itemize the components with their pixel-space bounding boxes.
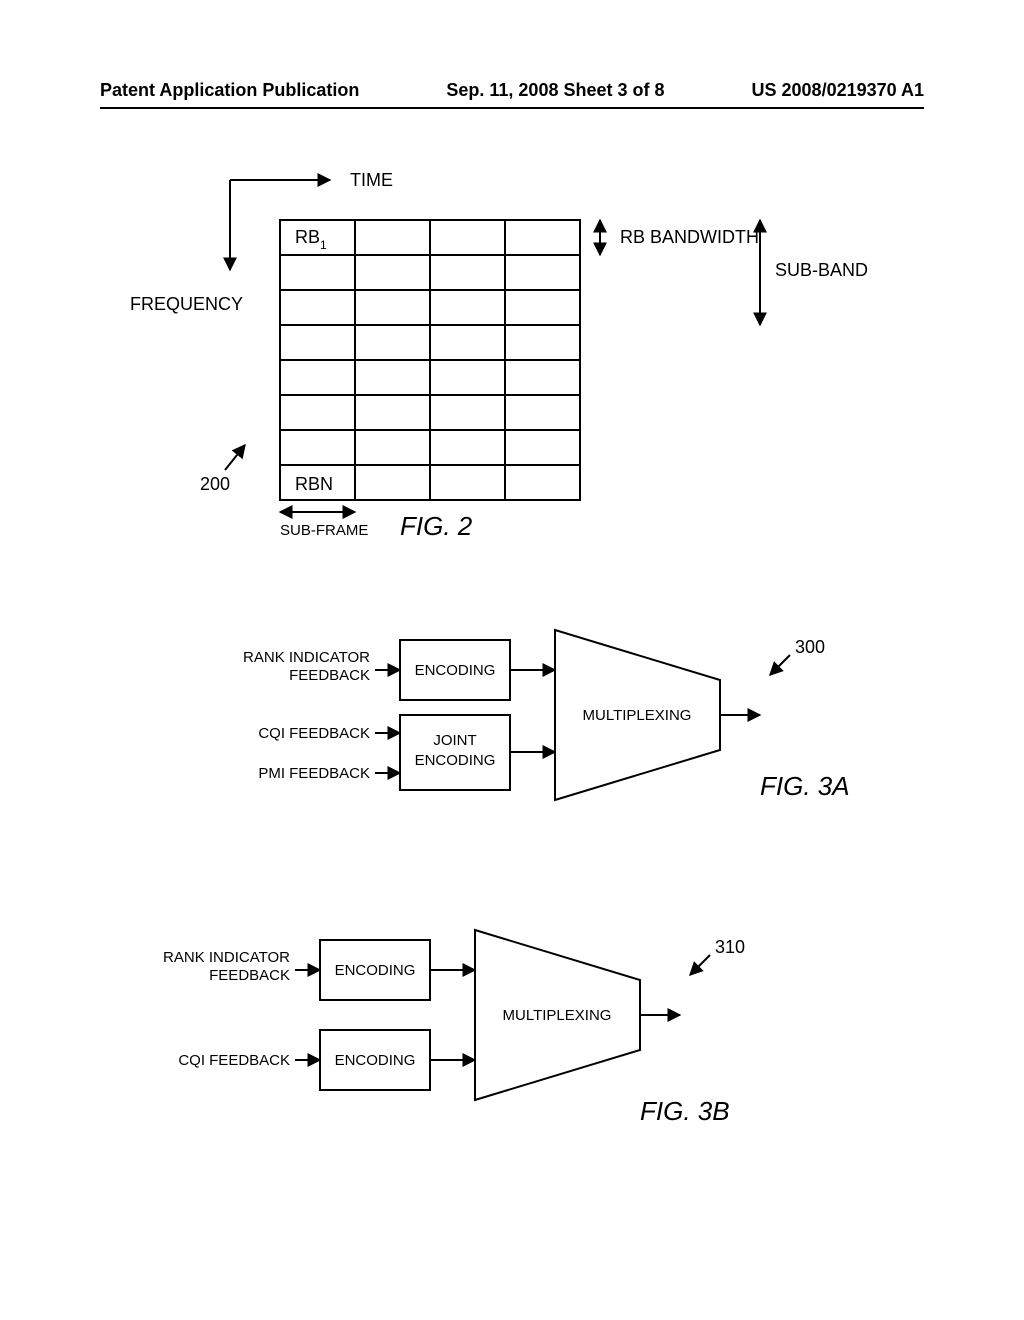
joint-label-1: JOINT (433, 732, 476, 749)
fig2-caption: FIG. 2 (400, 511, 473, 541)
joint-label-2: ENCODING (415, 752, 496, 769)
mux-label-3a: MULTIPLEXING (583, 707, 692, 724)
header-left: Patent Application Publication (100, 80, 359, 101)
rank-label-3b-2: FEEDBACK (209, 967, 290, 984)
encoding-label-3a: ENCODING (415, 662, 496, 679)
fig-3b: ENCODING ENCODING MULTIPLEXING RANK INDI… (163, 930, 745, 1126)
cqi-label-3a: CQI FEEDBACK (258, 725, 370, 742)
rb-bandwidth-label: RB BANDWIDTH (620, 227, 759, 247)
fig3b-ref: 310 (715, 937, 745, 957)
rbn-label: RBN (295, 474, 333, 494)
pmi-label-3a: PMI FEEDBACK (258, 765, 370, 782)
page-header: Patent Application Publication Sep. 11, … (100, 80, 924, 109)
mux-label-3b: MULTIPLEXING (503, 1007, 612, 1024)
sub-band-label: SUB-BAND (775, 260, 868, 280)
header-mid: Sep. 11, 2008 Sheet 3 of 8 (446, 80, 664, 101)
rank-label-3a-1: RANK INDICATOR (243, 649, 370, 666)
fig3b-caption: FIG. 3B (640, 1096, 730, 1126)
rb1-label: RB1 (295, 227, 327, 252)
axis-freq-label: FREQUENCY (130, 294, 243, 314)
encoding2-label-3b: ENCODING (335, 1052, 416, 1069)
fig3a-ref: 300 (795, 637, 825, 657)
fig-3a: ENCODING JOINT ENCODING MULTIPLEXING RAN… (243, 630, 850, 801)
fig-2: TIME FREQUENCY RB1 RBN RB BANDWIDTH (130, 170, 868, 541)
header-right: US 2008/0219370 A1 (752, 80, 924, 101)
rank-label-3a-2: FEEDBACK (289, 667, 370, 684)
rank-label-3b-1: RANK INDICATOR (163, 949, 290, 966)
figures-svg: TIME FREQUENCY RB1 RBN RB BANDWIDTH (0, 140, 1024, 1320)
cqi-label-3b: CQI FEEDBACK (178, 1052, 290, 1069)
sub-frame-label: SUB-FRAME (280, 522, 368, 539)
fig2-ref: 200 (200, 474, 230, 494)
encoding1-label-3b: ENCODING (335, 962, 416, 979)
fig3a-caption: FIG. 3A (760, 771, 850, 801)
resource-grid (280, 220, 580, 500)
axis-time-label: TIME (350, 170, 393, 190)
